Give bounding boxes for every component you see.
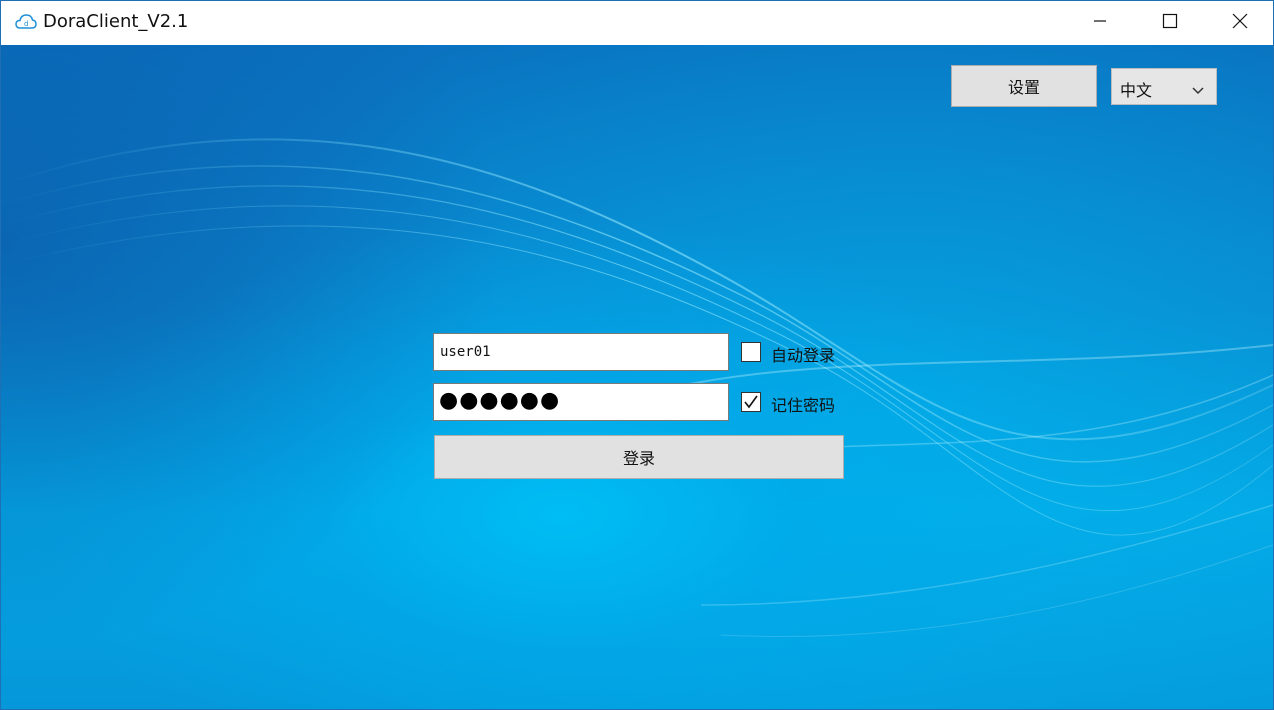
minimize-icon <box>1092 13 1108 33</box>
minimize-button[interactable] <box>1065 1 1135 45</box>
auto-login-label: 自动登录 <box>771 346 836 365</box>
remember-password-checkbox[interactable] <box>741 392 761 412</box>
auto-login-checkbox[interactable] <box>741 342 761 362</box>
login-background: 设置 中文 user01 自动登录 ●●●●●● 记住密码 登录 <box>1 45 1273 709</box>
wave-decoration <box>1 138 1273 637</box>
window-title: DoraClient_V2.1 <box>43 11 189 32</box>
remember-password-label: 记住密码 <box>771 396 836 415</box>
close-button[interactable] <box>1205 1 1274 45</box>
chevron-down-icon <box>1192 80 1204 99</box>
settings-button[interactable]: 设置 <box>951 65 1097 107</box>
password-mask: ●●●●●● <box>439 388 561 413</box>
app-window: d DoraClient_V2.1 设置 中文 user01 自动登录 ●●●●… <box>0 0 1274 710</box>
language-select[interactable]: 中文 <box>1111 68 1217 105</box>
password-field[interactable]: ●●●●●● <box>433 383 729 421</box>
svg-text:d: d <box>24 20 28 28</box>
close-icon <box>1232 13 1248 33</box>
maximize-button[interactable] <box>1135 1 1205 45</box>
login-button[interactable]: 登录 <box>434 435 844 479</box>
maximize-icon <box>1162 13 1178 33</box>
username-value: user01 <box>440 344 491 360</box>
title-bar[interactable]: d DoraClient_V2.1 <box>1 1 1273 45</box>
checkmark-icon <box>742 395 760 415</box>
cloud-icon: d <box>15 13 37 31</box>
language-select-value: 中文 <box>1120 81 1153 100</box>
username-field[interactable]: user01 <box>433 333 729 371</box>
